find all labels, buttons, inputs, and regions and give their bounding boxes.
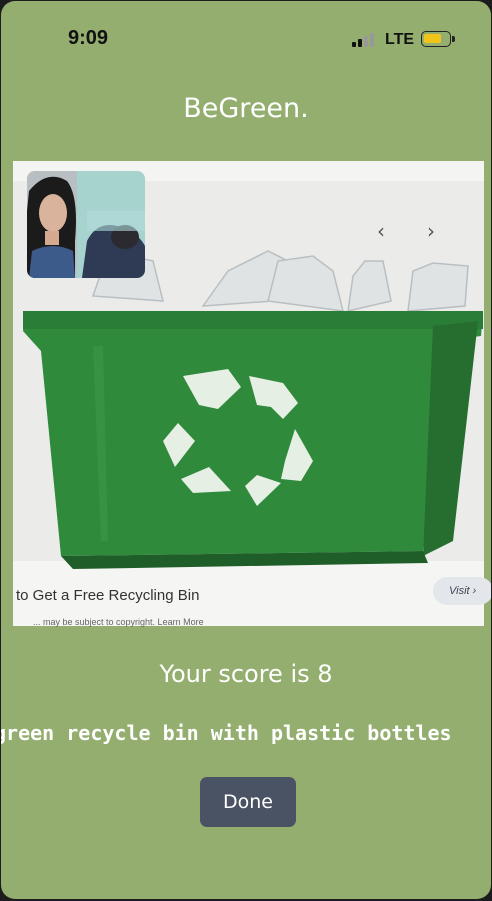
app-title: BeGreen. (183, 93, 309, 124)
photo-fine-print: ... may be subject to copyright. Learn M… (33, 617, 204, 627)
network-type: LTE (385, 31, 415, 48)
status-bar: 9:09 LTE (1, 1, 491, 81)
camera-preview (27, 171, 145, 278)
app-screen: 9:09 LTE BeGreen. ‹ › to Get a Free Recy… (1, 1, 491, 899)
camera-preview-image (27, 171, 145, 278)
battery-level (424, 34, 441, 43)
battery-icon (421, 31, 455, 47)
cellular-signal-icon (352, 33, 378, 47)
chevron-right-icon: › (427, 219, 435, 243)
done-button[interactable]: Done (200, 777, 296, 827)
detected-item-description: green recycle bin with plastic bottles (1, 721, 452, 745)
score-text: Your score is 8 (159, 660, 333, 688)
more-vertical-icon: ⋮ (477, 219, 484, 243)
photo-caption: to Get a Free Recycling Bin (16, 587, 200, 604)
visit-button: Visit › (433, 577, 491, 605)
chevron-left-icon: ‹ (377, 219, 385, 243)
status-time: 9:09 (68, 27, 109, 49)
